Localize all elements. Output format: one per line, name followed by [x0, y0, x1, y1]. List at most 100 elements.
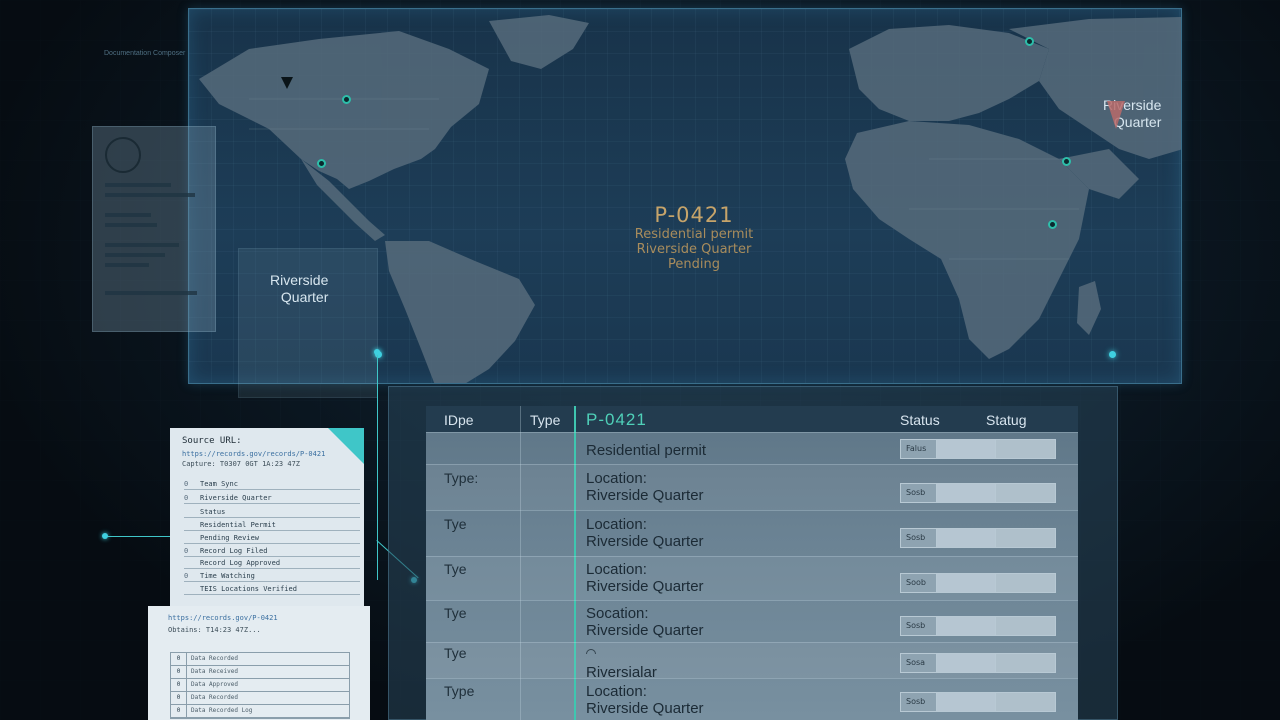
madagascar-landmass	[1077, 281, 1101, 335]
status-field[interactable]: Sosb	[900, 616, 1056, 636]
connector-node	[102, 533, 108, 539]
column-header-idpe[interactable]: IDpe	[444, 412, 474, 428]
row-index: 0	[171, 692, 187, 704]
row-field-label: Socation:	[586, 605, 649, 622]
status-field[interactable]: Sosa	[900, 653, 1056, 673]
doc-line	[105, 263, 149, 267]
doc-line	[105, 183, 171, 187]
asia-landmass	[1009, 17, 1181, 159]
status-field[interactable]: Sosb	[900, 528, 1056, 548]
row-text: Record Log Approved	[200, 559, 281, 567]
source-timestamp: Capture: T0307 0GT 1A:23 47Z	[182, 460, 301, 468]
column-header-permit-id[interactable]: P-0421	[586, 410, 647, 430]
row-field-label: Location:	[586, 470, 647, 487]
table-row: 0 Data Recorded	[171, 653, 349, 666]
status-fill	[937, 484, 995, 502]
status-field[interactable]: Falus	[900, 439, 1056, 459]
map-marker-icon[interactable]	[1048, 220, 1057, 229]
row-label: Tye	[444, 516, 467, 532]
table-row: 0 Data Received	[171, 666, 349, 679]
map-label-left[interactable]: Riverside Quarter	[270, 272, 328, 306]
map-marker-icon[interactable]	[317, 159, 326, 168]
row-primary-text: Socation: Riverside Quarter	[586, 605, 704, 639]
row-field-value: Riverside Quarter	[586, 533, 704, 550]
table-row[interactable]: Residential permit Falus	[426, 432, 1078, 464]
row-label: Tye	[444, 645, 467, 661]
row-index: 0	[171, 705, 187, 717]
source-row: 0 Riverside Quarter	[184, 494, 360, 504]
location-pin-icon[interactable]	[1107, 101, 1125, 129]
table-row[interactable]: Tye Socation: Riverside Quarter Sosb	[426, 600, 1078, 642]
row-text: Riverside Quarter	[200, 494, 272, 502]
status-label: Sosb	[901, 529, 937, 547]
row-index: 0	[184, 480, 189, 488]
status-fill	[995, 654, 1055, 672]
row-index: 0	[184, 572, 189, 580]
card-corner-accent	[328, 428, 364, 464]
column-header-status[interactable]: Status	[900, 412, 940, 428]
permit-table[interactable]: IDpe Type P-0421 Status Statug Residenti…	[426, 406, 1078, 720]
map-center-card[interactable]: P-0421 Residential permit Riverside Quar…	[599, 203, 789, 272]
table-row: 0 Data Recorded	[171, 692, 349, 705]
ghost-panel	[238, 248, 378, 398]
status-field[interactable]: Soob	[900, 573, 1056, 593]
row-label: Tye	[444, 561, 467, 577]
row-primary-text: Location: Riverside Quarter	[586, 516, 704, 550]
status-fill	[995, 617, 1055, 635]
row-text: Data Recorded Log	[191, 707, 253, 714]
source-timestamp: Obtains: T14:23 47Z...	[168, 626, 261, 634]
source-record-card-secondary[interactable]: https://records.gov/P-0421 Obtains: T14:…	[148, 606, 370, 720]
source-row: Pending Review	[184, 534, 360, 544]
greenland-landmass	[489, 15, 589, 69]
row-field-label: Location:	[586, 561, 647, 578]
row-field-value: Riverside Quarter	[586, 700, 704, 717]
map-permit-id: P-0421	[654, 203, 734, 227]
map-label-left-line1: Riverside	[270, 272, 329, 288]
map-permit-location: Riverside Quarter	[636, 242, 752, 257]
row-label: Type	[444, 683, 475, 699]
source-url-title: Source URL:	[182, 436, 242, 446]
location-icon	[586, 649, 596, 654]
map-marker-icon[interactable]	[1025, 37, 1034, 46]
table-row[interactable]: Tye Location: Riverside Quarter Sosb	[426, 510, 1078, 556]
map-label-left-line2: Quarter	[280, 289, 329, 305]
map-marker-icon[interactable]	[342, 95, 351, 104]
table-row[interactable]: Tye Location: Riverside Quarter Soob	[426, 556, 1078, 600]
row-text: Status	[200, 508, 226, 516]
doc-line	[105, 213, 151, 217]
table-row: 0 Data Recorded Log	[171, 705, 349, 718]
europe-landmass	[849, 25, 1049, 121]
map-pin-icon[interactable]	[281, 77, 293, 89]
column-header-type[interactable]: Type	[530, 412, 560, 428]
table-row[interactable]: Type: Location: Riverside Quarter Sosb	[426, 464, 1078, 510]
document-thumbnail[interactable]	[92, 126, 216, 332]
connector-line	[377, 354, 378, 580]
status-fill	[937, 654, 995, 672]
source-url-link[interactable]: https://records.gov/records/P-0421	[182, 450, 352, 458]
source-record-card[interactable]: Source URL: https://records.gov/records/…	[170, 428, 364, 606]
source-row: Status	[184, 508, 360, 518]
column-header-statug[interactable]: Statug	[986, 412, 1026, 428]
row-label: Type:	[444, 470, 479, 486]
status-field[interactable]: Sosb	[900, 692, 1056, 712]
row-text: Pending Review	[200, 534, 260, 542]
row-text: Residential Permit	[200, 521, 276, 529]
status-fill	[995, 529, 1055, 547]
source-url-link[interactable]: https://records.gov/P-0421	[168, 614, 278, 622]
row-primary-text: Residential permit	[586, 442, 707, 459]
row-text: Team Sync	[200, 480, 238, 488]
table-row[interactable]: Tye Riversialar Sosa	[426, 642, 1078, 681]
table-row[interactable]: Type Location: Riverside Quarter Sosb	[426, 678, 1078, 720]
row-index: 0	[171, 653, 187, 665]
background-label: Documentation Composer	[104, 50, 186, 57]
north-america-landmass	[199, 31, 489, 189]
connector-line	[106, 536, 176, 537]
row-index: 0	[171, 666, 187, 678]
map-marker-icon[interactable]	[1062, 157, 1071, 166]
source-row: 0 Time Watching	[184, 572, 360, 582]
row-field-label: Location:	[586, 516, 647, 533]
map-permit-type: Residential permit	[634, 227, 754, 242]
row-text: Data Received	[191, 668, 238, 675]
status-field[interactable]: Sosb	[900, 483, 1056, 503]
source-mini-table: 0 Data Recorded 0 Data Received 0 Data Appr…	[170, 652, 350, 719]
